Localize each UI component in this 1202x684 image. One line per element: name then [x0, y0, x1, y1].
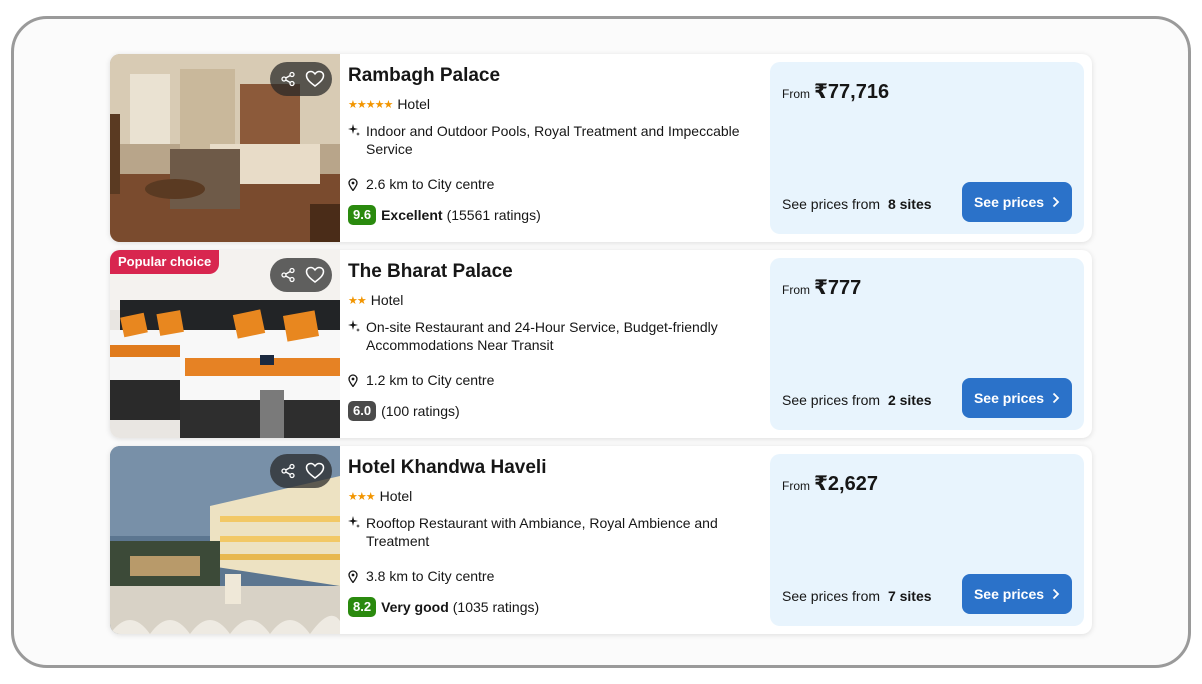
location-pin-icon [348, 373, 366, 387]
rating-row: 9.6 Excellent (15561 ratings) [348, 205, 541, 225]
price-from: From ₹77,716 [782, 79, 889, 104]
see-prices-button[interactable]: See prices [962, 574, 1072, 614]
price-amount: ₹777 [814, 277, 862, 299]
rating-label: Very good [381, 599, 449, 615]
distance-row: 2.6 km to City centre [348, 176, 494, 192]
star-rating: ★★ [348, 294, 367, 307]
share-icon[interactable] [276, 459, 300, 483]
sparkle-icon [348, 318, 366, 354]
hotel-photo[interactable]: Popular choice [110, 250, 340, 438]
share-icon[interactable] [276, 263, 300, 287]
chevron-right-icon [1052, 196, 1060, 208]
price-panel: From ₹2,627 See prices from 7 sites See … [770, 454, 1084, 626]
price-from: From ₹777 [782, 275, 861, 300]
rating-row: 8.2 Very good (1035 ratings) [348, 597, 539, 617]
photo-actions [270, 258, 332, 292]
see-prices-label: See prices [973, 390, 1045, 406]
sites-prefix: See prices from [782, 196, 881, 212]
see-prices-button[interactable]: See prices [962, 378, 1072, 418]
from-label: From [782, 87, 810, 101]
distance-row: 1.2 km to City centre [348, 372, 494, 388]
sparkle-icon [348, 122, 366, 158]
price-panel: From ₹777 See prices from 2 sites See pr… [770, 258, 1084, 430]
photo-actions [270, 62, 332, 96]
sites-number: 2 sites [887, 392, 932, 408]
rating-label: Excellent [381, 207, 443, 223]
distance-text: 3.8 km to City centre [366, 568, 495, 584]
distance-text: 2.6 km to City centre [366, 176, 495, 192]
sites-prefix: See prices from [782, 392, 881, 408]
hotel-photo[interactable] [110, 54, 340, 242]
sites-count: See prices from 7 sites [782, 588, 932, 604]
from-label: From [782, 479, 810, 493]
ratings-count: (15561 ratings) [446, 207, 541, 223]
share-icon[interactable] [276, 67, 300, 91]
star-rating: ★★★★★ [348, 98, 393, 111]
score-badge: 8.2 [348, 597, 377, 617]
hotel-type: Hotel [370, 292, 404, 308]
feature-text: Indoor and Outdoor Pools, Royal Treatmen… [366, 123, 740, 157]
hotel-photo[interactable] [110, 446, 340, 634]
heart-icon[interactable] [303, 263, 327, 287]
price-amount: ₹77,716 [814, 81, 890, 103]
score-badge: 9.6 [348, 205, 377, 225]
sites-count: See prices from 8 sites [782, 196, 932, 212]
distance-text: 1.2 km to City centre [366, 372, 495, 388]
see-prices-label: See prices [973, 194, 1045, 210]
see-prices-label: See prices [973, 586, 1045, 602]
feature-text: Rooftop Restaurant with Ambiance, Royal … [366, 515, 718, 549]
price-amount: ₹2,627 [814, 473, 878, 495]
ratings-count: (1035 ratings) [452, 599, 540, 615]
star-rating: ★★★ [348, 490, 376, 503]
ratings-count: (100 ratings) [381, 403, 460, 419]
rating-row: 6.0 (100 ratings) [348, 401, 460, 421]
sites-number: 8 sites [887, 196, 932, 212]
feature-text: On-site Restaurant and 24-Hour Service, … [366, 319, 718, 353]
hotel-card[interactable]: Hotel Khandwa Haveli ★★★ Hotel Rooftop R… [110, 446, 1092, 634]
hotel-feature: Indoor and Outdoor Pools, Royal Treatmen… [348, 122, 748, 158]
sites-prefix: See prices from [782, 588, 881, 604]
score-badge: 6.0 [348, 401, 377, 421]
sites-number: 7 sites [887, 588, 932, 604]
chevron-right-icon [1052, 588, 1060, 600]
heart-icon[interactable] [303, 459, 327, 483]
distance-row: 3.8 km to City centre [348, 568, 494, 584]
hotel-card[interactable]: Popular choice The Bharat Palace ★★ Hote… [110, 250, 1092, 438]
hotel-card[interactable]: Rambagh Palace ★★★★★ Hotel Indoor and Ou… [110, 54, 1092, 242]
hotel-results-list: Rambagh Palace ★★★★★ Hotel Indoor and Ou… [110, 54, 1092, 634]
hotel-feature: Rooftop Restaurant with Ambiance, Royal … [348, 514, 748, 550]
photo-actions [270, 454, 332, 488]
sites-count: See prices from 2 sites [782, 392, 932, 408]
location-pin-icon [348, 569, 366, 583]
heart-icon[interactable] [303, 67, 327, 91]
hotel-type: Hotel [379, 488, 413, 504]
popular-choice-badge: Popular choice [110, 250, 220, 274]
see-prices-button[interactable]: See prices [962, 182, 1072, 222]
hotel-feature: On-site Restaurant and 24-Hour Service, … [348, 318, 748, 354]
sparkle-icon [348, 514, 366, 550]
hotel-type: Hotel [397, 96, 430, 112]
location-pin-icon [348, 177, 366, 191]
chevron-right-icon [1052, 392, 1060, 404]
price-from: From ₹2,627 [782, 471, 878, 496]
price-panel: From ₹77,716 See prices from 8 sites See… [770, 62, 1084, 234]
from-label: From [782, 283, 810, 297]
